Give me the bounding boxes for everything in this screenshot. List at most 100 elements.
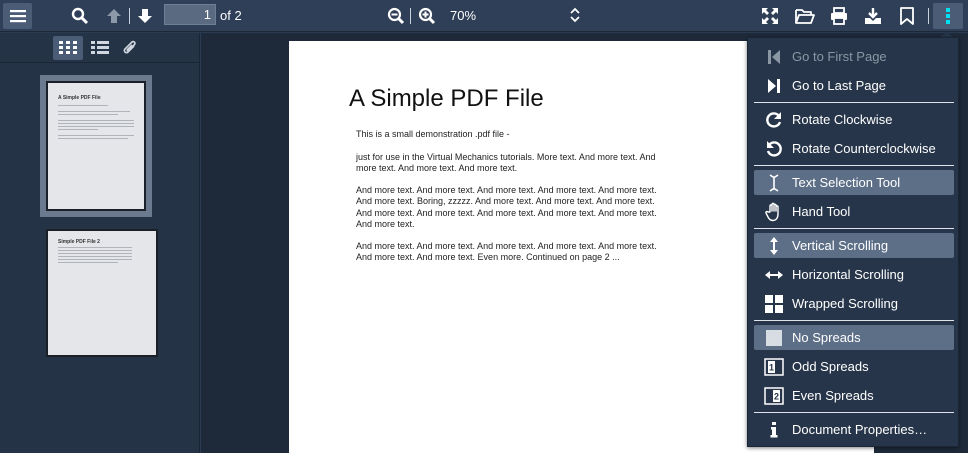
menu-item-label: Go to First Page [792,49,887,64]
find-button[interactable] [67,3,93,29]
thumbnail-text-line [58,126,134,127]
zoom-select[interactable]: 70% [450,8,476,23]
menu-even-spreads[interactable]: 2 Even Spreads [754,383,954,408]
arrow-up-icon [107,9,121,23]
menu-wrapped-scrolling[interactable]: Wrapped Scrolling [754,291,954,316]
text-cursor-icon [764,173,784,193]
search-icon [71,7,89,25]
menu-divider [754,320,954,321]
menu-first-page[interactable]: Go to First Page [754,44,954,69]
document-paragraph: And more text. And more text. And more t… [356,241,657,263]
rotate-ccw-icon [764,139,784,159]
bookmark-button[interactable] [894,3,920,29]
toolbar-separator [410,8,411,24]
thumbnail-text-line [58,135,134,136]
hamburger-icon [9,10,26,23]
download-icon [865,8,881,24]
last-page-icon [764,76,784,96]
grid-icon [764,294,784,314]
fullscreen-icon [762,8,778,24]
printer-icon [831,7,847,25]
svg-text:2: 2 [774,391,779,401]
menu-item-label: Vertical Scrolling [792,238,889,253]
toolbar-separator [928,8,929,24]
menu-horizontal-scrolling[interactable]: Horizontal Scrolling [754,262,954,287]
next-page-button[interactable] [132,3,158,29]
toggle-sidebar-button[interactable] [3,3,32,29]
thumbnail-text-line [58,111,130,112]
menu-document-properties[interactable]: Document Properties… [754,417,954,442]
menu-item-label: Document Properties… [792,422,928,437]
tab-outline[interactable] [85,36,115,60]
menu-item-label: Wrapped Scrolling [792,296,898,311]
page-thumbnail-1[interactable]: A Simple PDF File [40,75,152,217]
info-icon [764,420,784,440]
download-button[interactable] [860,3,886,29]
thumbnail-text-line [58,105,108,106]
thumbnail-title: Simple PDF File 2 [58,239,100,245]
document-title: A Simple PDF File [349,85,544,112]
menu-vertical-scrolling[interactable]: Vertical Scrolling [754,233,954,258]
svg-text:1: 1 [769,362,774,372]
horizontal-arrows-icon [764,265,784,285]
arrow-down-icon [138,9,152,23]
tab-attachments[interactable] [115,36,145,60]
menu-divider [754,165,954,166]
menu-item-label: Hand Tool [792,204,851,219]
zoom-out-button[interactable] [383,3,409,29]
menu-divider [754,412,954,413]
page-thumbnail-2[interactable]: Simple PDF File 2 [46,229,158,357]
menu-rotate-clockwise[interactable]: Rotate Clockwise [754,107,954,132]
presentation-mode-button[interactable] [757,3,783,29]
vertical-arrows-icon [764,236,784,256]
zoom-out-icon [387,7,405,25]
menu-item-label: Even Spreads [792,388,874,403]
document-paragraph: This is a small demonstration .pdf file … [356,129,510,139]
secondary-toolbar-menu: Go to First Page Go to Last Page Rotate … [747,37,959,447]
thumbnail-title: A Simple PDF File [58,95,101,101]
odd-spread-icon: 1 [764,357,784,377]
menu-item-label: Odd Spreads [792,359,869,374]
select-arrows-icon[interactable] [569,6,581,29]
previous-page-button[interactable] [101,3,127,29]
menu-last-page[interactable]: Go to Last Page [754,73,954,98]
document-paragraph: just for use in the Virtual Mechanics tu… [356,152,656,174]
menu-divider [754,228,954,229]
menu-text-selection-tool[interactable]: Text Selection Tool [754,170,954,195]
even-spread-icon: 2 [764,386,784,406]
toolbar: 1 of 2 70% [0,0,968,32]
thumbnail-text-line [58,138,128,139]
thumbnail-text-line [58,256,132,257]
menu-item-label: Horizontal Scrolling [792,267,904,282]
menu-hand-tool[interactable]: Hand Tool [754,199,954,224]
menu-rotate-counterclockwise[interactable]: Rotate Counterclockwise [754,136,954,161]
folder-open-icon [795,9,815,24]
thumbnail-text-line [58,250,132,251]
page-count-label: of 2 [220,8,242,23]
bookmark-icon [900,7,914,25]
menu-item-label: Go to Last Page [792,78,886,93]
thumbnails-grid-icon [59,41,77,54]
page-number-input[interactable]: 1 [164,4,216,25]
thumbnail-text-line [58,120,134,121]
print-button[interactable] [826,3,852,29]
thumbnail-page: A Simple PDF File [46,81,146,211]
first-page-icon [764,47,784,67]
menu-item-label: Text Selection Tool [792,175,901,190]
thumbnail-text-line [58,114,118,115]
thumbnail-text-line [58,129,98,130]
menu-item-label: Rotate Counterclockwise [792,141,936,156]
open-file-button[interactable] [792,3,818,29]
tab-thumbnails[interactable] [53,36,83,60]
hand-icon [764,202,784,222]
paperclip-icon [123,40,136,54]
tools-menu-button[interactable] [933,3,963,29]
thumbnail-text-line [58,123,134,124]
zoom-in-button[interactable] [414,3,440,29]
menu-no-spreads[interactable]: No Spreads [754,325,954,350]
thumbnail-text-line [58,262,118,263]
menu-odd-spreads[interactable]: 1 Odd Spreads [754,354,954,379]
menu-item-label: No Spreads [792,330,861,345]
single-page-icon [764,328,784,348]
sidebar: A Simple PDF File Simple PDF File 2 [0,33,200,453]
